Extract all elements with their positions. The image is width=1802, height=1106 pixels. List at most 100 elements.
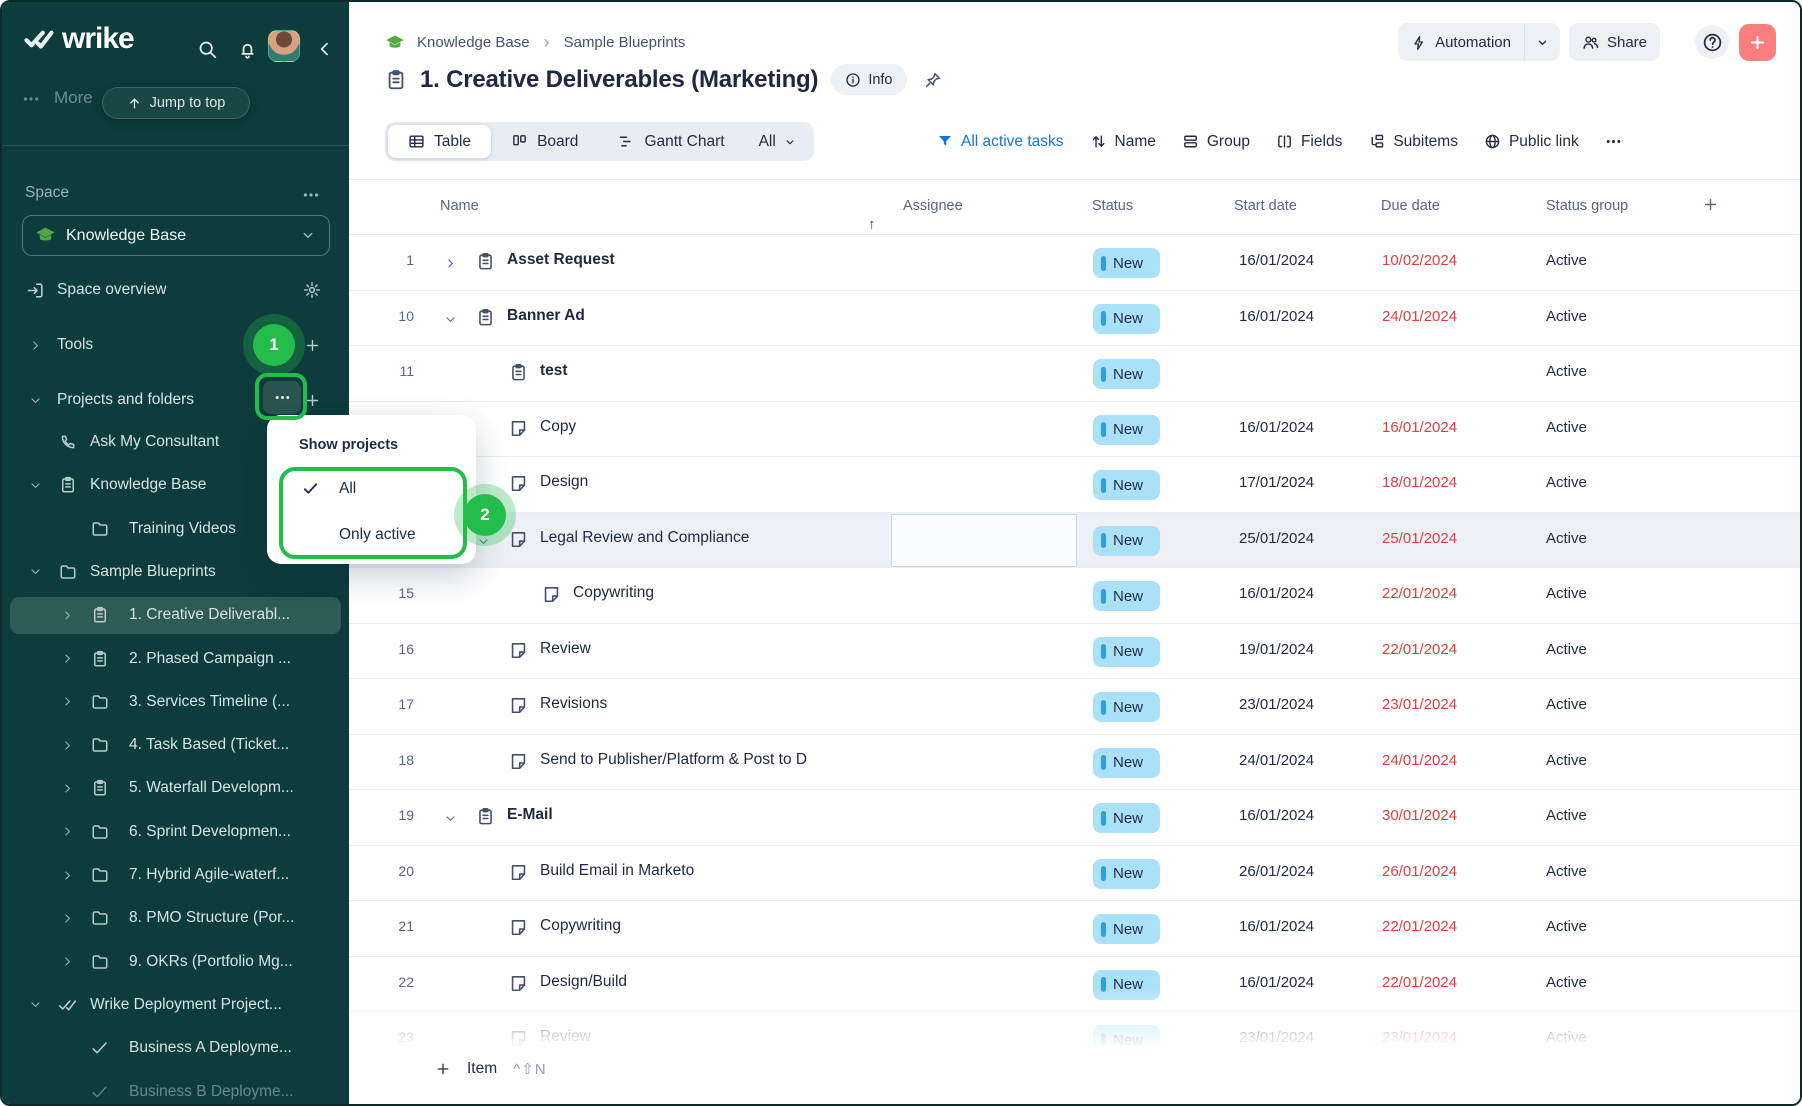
sidebar-item-business-a-deployme[interactable]: Business A Deployme... xyxy=(2,1030,349,1067)
task-name[interactable]: Copywriting xyxy=(573,584,654,602)
toolbar-public-link[interactable]: Public link xyxy=(1484,133,1579,151)
sidebar-item-1-creative-deliverabl[interactable]: 1. Creative Deliverabl... xyxy=(2,597,349,634)
due-date[interactable]: 16/01/2024 xyxy=(1382,419,1457,436)
sidebar-item-6-sprint-developmen[interactable]: 6. Sprint Developmen... xyxy=(2,813,349,850)
due-date[interactable]: 23/01/2024 xyxy=(1382,1029,1457,1046)
task-name[interactable]: Design xyxy=(540,473,588,491)
status-pill[interactable]: New xyxy=(1093,803,1160,833)
status-pill[interactable]: New xyxy=(1093,1025,1160,1055)
status-pill[interactable]: New xyxy=(1093,692,1160,722)
col-status[interactable]: Status xyxy=(1092,198,1133,214)
task-name[interactable]: Copy xyxy=(540,418,576,436)
automation-dropdown-button[interactable] xyxy=(1525,23,1560,61)
task-name[interactable]: Revisions xyxy=(540,695,607,713)
sidebar-item-8-pmo-structure-por[interactable]: 8. PMO Structure (Por... xyxy=(2,900,349,937)
assignee-selected-cell[interactable] xyxy=(891,514,1077,567)
status-pill[interactable]: New xyxy=(1093,637,1160,667)
due-date[interactable]: 24/01/2024 xyxy=(1382,308,1457,325)
due-date[interactable]: 23/01/2024 xyxy=(1382,696,1457,713)
jump-to-top-button[interactable]: Jump to top xyxy=(102,87,250,119)
task-name[interactable]: Copywriting xyxy=(540,917,621,935)
status-pill[interactable]: New xyxy=(1093,359,1160,389)
due-date[interactable]: 22/01/2024 xyxy=(1382,974,1457,991)
table-row-build-email-in-marketo[interactable]: 20Build Email in MarketoNew26/01/202426/… xyxy=(349,846,1802,902)
start-date[interactable]: 17/01/2024 xyxy=(1239,474,1314,491)
due-date[interactable]: 22/01/2024 xyxy=(1382,641,1457,658)
start-date[interactable]: 16/01/2024 xyxy=(1239,585,1314,602)
due-date[interactable]: 10/02/2024 xyxy=(1382,252,1457,269)
breadcrumb-sample-blueprints[interactable]: Sample Blueprints xyxy=(564,34,686,51)
toolbar-subitems[interactable]: Subitems xyxy=(1368,133,1458,151)
start-date[interactable]: 16/01/2024 xyxy=(1239,807,1314,824)
projects-folders-menu-button[interactable] xyxy=(263,381,301,414)
sidebar-item-7-hybrid-agile-waterf[interactable]: 7. Hybrid Agile-waterf... xyxy=(2,857,349,894)
col-status-group[interactable]: Status group xyxy=(1546,198,1628,214)
task-name[interactable]: Banner Ad xyxy=(507,307,585,325)
table-row-copy[interactable]: CopyNew16/01/202416/01/2024Active xyxy=(349,402,1802,458)
start-date[interactable]: 16/01/2024 xyxy=(1239,308,1314,325)
collapse-sidebar-button[interactable] xyxy=(308,32,342,66)
task-name[interactable]: Review xyxy=(540,1028,591,1046)
pin-button[interactable] xyxy=(920,67,946,93)
sidebar-item-wrike-deployment-project[interactable]: Wrike Deployment Project... xyxy=(2,986,349,1023)
col-name[interactable]: Name xyxy=(440,198,479,214)
sidebar-item-9-okrs-portfolio-mg[interactable]: 9. OKRs (Portfolio Mg... xyxy=(2,943,349,980)
menu-item-all[interactable]: All xyxy=(267,472,476,506)
status-pill[interactable]: New xyxy=(1093,859,1160,889)
toolbar-name[interactable]: Name xyxy=(1090,133,1156,151)
start-date[interactable]: 25/01/2024 xyxy=(1239,530,1314,547)
due-date[interactable]: 18/01/2024 xyxy=(1382,474,1457,491)
col-assignee[interactable]: Assignee xyxy=(903,198,963,214)
status-pill[interactable]: New xyxy=(1093,248,1160,278)
due-date[interactable]: 26/01/2024 xyxy=(1382,863,1457,880)
table-row-design[interactable]: DesignNew17/01/202418/01/2024Active xyxy=(349,457,1802,513)
due-date[interactable]: 22/01/2024 xyxy=(1382,918,1457,935)
status-pill[interactable]: New xyxy=(1093,970,1160,1000)
task-name[interactable]: Legal Review and Compliance xyxy=(540,529,749,547)
info-button[interactable]: Info xyxy=(831,64,906,95)
table-row-design-build[interactable]: 22Design/BuildNew16/01/202422/01/2024Act… xyxy=(349,957,1802,1013)
status-pill[interactable]: New xyxy=(1093,415,1160,445)
table-row-revisions[interactable]: 17RevisionsNew23/01/202423/01/2024Active xyxy=(349,679,1802,735)
item-type-filter[interactable]: All xyxy=(745,125,811,158)
start-date[interactable]: 19/01/2024 xyxy=(1239,641,1314,658)
table-row-send-to-publisher-platform-post-to-d[interactable]: 18Send to Publisher/Platform & Post to D… xyxy=(349,735,1802,791)
due-date[interactable]: 22/01/2024 xyxy=(1382,585,1457,602)
more-row[interactable]: More xyxy=(22,88,93,108)
help-button[interactable] xyxy=(1695,25,1729,59)
table-row-e-mail[interactable]: 19E-MailNew16/01/202430/01/2024Active xyxy=(349,790,1802,846)
breadcrumb-knowledge-base[interactable]: Knowledge Base xyxy=(417,34,530,51)
wrike-logo[interactable]: wrike xyxy=(24,22,134,56)
status-pill[interactable]: New xyxy=(1093,470,1160,500)
sidebar-item-2-phased-campaign[interactable]: 2. Phased Campaign ... xyxy=(2,640,349,677)
table-row-review[interactable]: 16ReviewNew19/01/202422/01/2024Active xyxy=(349,624,1802,680)
col-start-date[interactable]: Start date xyxy=(1234,198,1297,214)
automation-button[interactable]: Automation xyxy=(1398,23,1560,61)
sidebar-section-tools[interactable]: Tools xyxy=(2,327,349,363)
task-name[interactable]: Send to Publisher/Platform & Post to D xyxy=(540,751,807,769)
table-row-copywriting[interactable]: 21CopywritingNew16/01/202422/01/2024Acti… xyxy=(349,901,1802,957)
notifications-button[interactable] xyxy=(230,32,264,66)
table-row-test[interactable]: 11testNewActive xyxy=(349,346,1802,402)
status-pill[interactable]: New xyxy=(1093,581,1160,611)
start-date[interactable]: 16/01/2024 xyxy=(1239,918,1314,935)
space-menu-button[interactable] xyxy=(302,186,320,204)
tab-gantt-chart[interactable]: Gantt Chart xyxy=(598,125,744,158)
sidebar-section-space-overview[interactable]: Space overview xyxy=(2,272,349,308)
status-pill[interactable]: New xyxy=(1093,526,1160,556)
task-name[interactable]: Review xyxy=(540,640,591,658)
start-date[interactable]: 16/01/2024 xyxy=(1239,419,1314,436)
search-button[interactable] xyxy=(190,32,224,66)
task-name[interactable]: Design/Build xyxy=(540,973,627,991)
create-button[interactable] xyxy=(1739,24,1776,61)
table-row-banner-ad[interactable]: 10Banner AdNew16/01/202424/01/2024Active xyxy=(349,291,1802,347)
toolbar-group[interactable]: Group xyxy=(1182,133,1250,151)
start-date[interactable]: 26/01/2024 xyxy=(1239,863,1314,880)
due-date[interactable]: 24/01/2024 xyxy=(1382,752,1457,769)
status-pill[interactable]: New xyxy=(1093,914,1160,944)
toolbar-fields[interactable]: Fields xyxy=(1276,133,1342,151)
sidebar-item-3-services-timeline[interactable]: 3. Services Timeline (... xyxy=(2,683,349,720)
start-date[interactable]: 16/01/2024 xyxy=(1239,252,1314,269)
table-row-copywriting[interactable]: 15CopywritingNew16/01/202422/01/2024Acti… xyxy=(349,568,1802,624)
task-name[interactable]: Build Email in Marketo xyxy=(540,862,694,880)
